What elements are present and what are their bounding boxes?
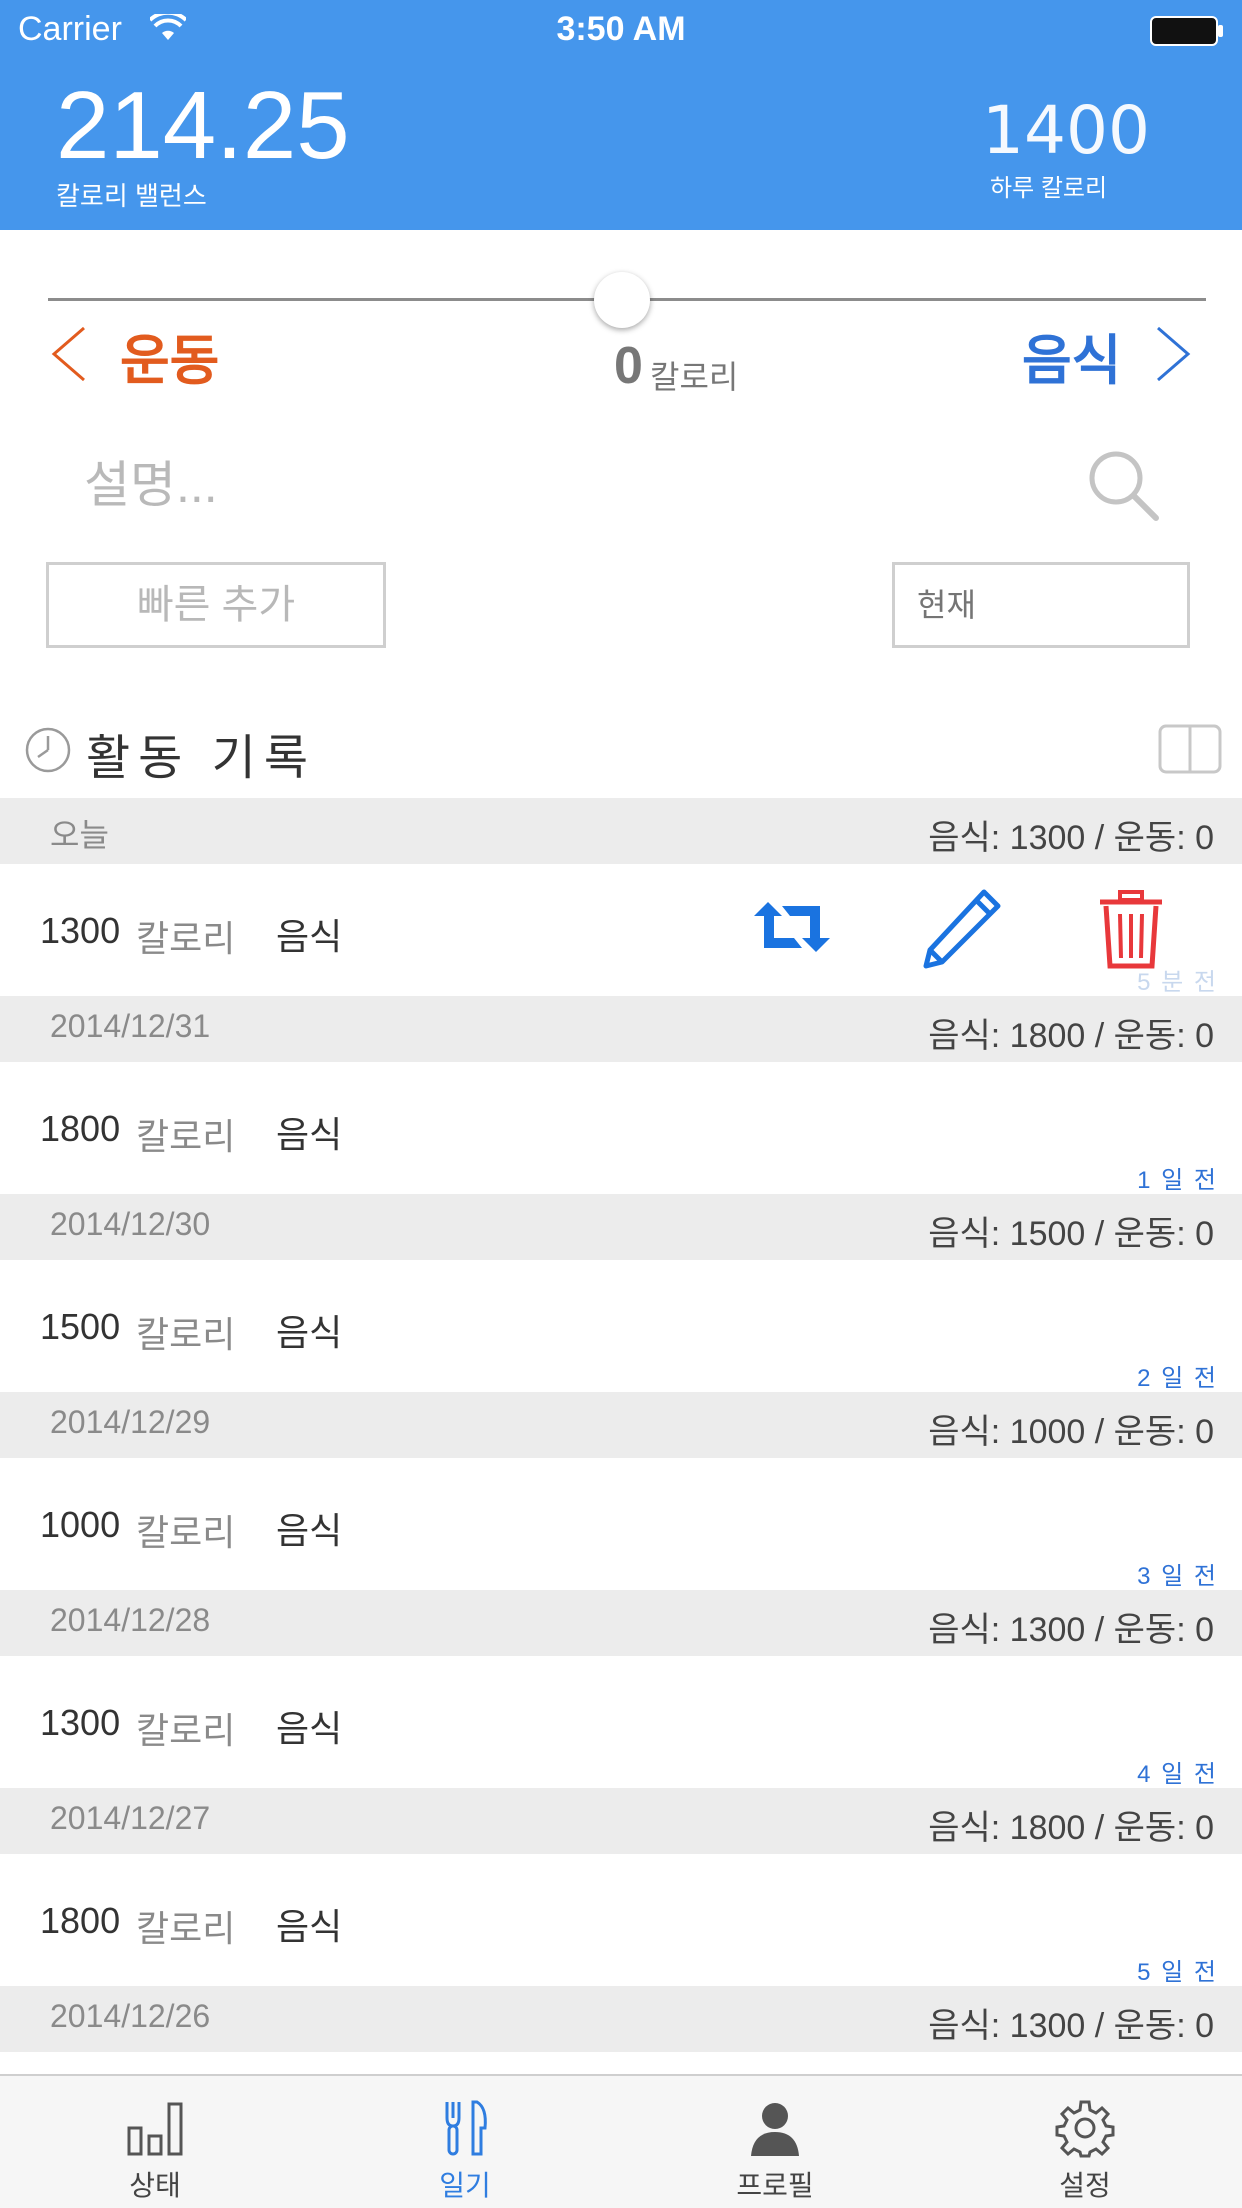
chevron-left-icon[interactable] — [48, 324, 90, 384]
entry-time: 3 일 전 — [1137, 1563, 1218, 1590]
calorie-balance-value: 214.25 — [56, 72, 350, 179]
entry-kind: 음식 — [276, 1906, 343, 1947]
log-entry-row[interactable]: 1800 칼로리 음식 1 일 전 — [0, 1062, 1242, 1194]
entry-unit: 칼로리 — [136, 1512, 236, 1553]
tab-settings[interactable]: 설정 — [930, 2076, 1240, 2208]
gear-icon — [1055, 2100, 1115, 2158]
day-date: 오늘 — [50, 817, 109, 853]
day-date: 2014/12/29 — [50, 1404, 211, 1440]
tab-profile[interactable]: 프로필 — [620, 2076, 930, 2208]
tab-label: 상태 — [129, 2170, 181, 2201]
entry-kind: 음식 — [276, 1312, 343, 1353]
entry-amount: 1300 — [40, 910, 121, 951]
edit-icon[interactable] — [920, 886, 1004, 970]
person-icon — [751, 2103, 799, 2156]
calorie-unit: 칼로리 — [650, 359, 739, 395]
day-header: 2014/12/30 음식: 1500 / 운동: 0 — [0, 1194, 1242, 1260]
entry-time: 1 일 전 — [1137, 1167, 1218, 1194]
tab-diary[interactable]: 일기 — [310, 2076, 620, 2208]
day-header: 2014/12/31 음식: 1800 / 운동: 0 — [0, 996, 1242, 1062]
status-bar: Carrier 3:50 AM — [0, 0, 1242, 60]
daily-calorie-label: 하루 칼로리 — [990, 175, 1108, 202]
status-time: 3:50 AM — [556, 10, 686, 48]
search-icon[interactable] — [1086, 448, 1160, 522]
day-header: 2014/12/26 음식: 1300 / 운동: 0 — [0, 1986, 1242, 2052]
day-date: 2014/12/27 — [50, 1800, 211, 1836]
day-summary: 음식: 1500 / 운동: 0 — [928, 1215, 1214, 1253]
entry-unit: 칼로리 — [136, 1116, 236, 1157]
entry-amount: 1500 — [40, 1306, 121, 1347]
trash-icon[interactable] — [1096, 890, 1166, 970]
log-entry-row[interactable]: 1300 칼로리 음식 5 분 전 — [0, 864, 1242, 996]
entry-unit: 칼로리 — [136, 918, 236, 959]
battery-icon — [1150, 16, 1223, 46]
exercise-toggle[interactable]: 운동 — [120, 316, 219, 395]
log-entry-row[interactable]: 1300 칼로리 음식 4 일 전 — [0, 1656, 1242, 1788]
entry-kind: 음식 — [276, 916, 343, 957]
entry-amount: 1300 — [40, 1702, 121, 1743]
activity-log-title: 활동 기록 — [86, 732, 316, 785]
entry-amount: 1800 — [40, 1108, 121, 1149]
entry-unit: 칼로리 — [136, 1710, 236, 1751]
summary-header: Carrier 3:50 AM 214.25 칼로리 밸런스 1400 하루 칼… — [0, 0, 1242, 230]
log-entry-row[interactable]: 1000 칼로리 음식 3 일 전 — [0, 1458, 1242, 1590]
food-toggle[interactable]: 음식 — [1022, 316, 1121, 395]
entry-kind: 음식 — [276, 1510, 343, 1551]
tab-bar: 상태 일기 프로필 설정 — [0, 2074, 1242, 2208]
chevron-right-icon[interactable] — [1152, 324, 1194, 384]
entry-unit: 칼로리 — [136, 1908, 236, 1949]
day-header: 오늘 음식: 1300 / 운동: 0 — [0, 798, 1242, 864]
day-summary: 음식: 1800 / 운동: 0 — [928, 1017, 1214, 1055]
tab-label: 프로필 — [736, 2170, 814, 2201]
entry-time: 4 일 전 — [1137, 1761, 1218, 1788]
day-summary: 음식: 1300 / 운동: 0 — [928, 819, 1214, 857]
tab-label: 설정 — [1059, 2170, 1111, 2201]
repeat-icon[interactable] — [750, 894, 834, 960]
day-date: 2014/12/31 — [50, 1008, 211, 1044]
tab-label: 일기 — [439, 2170, 491, 2201]
day-header: 2014/12/27 음식: 1800 / 운동: 0 — [0, 1788, 1242, 1854]
day-header: 2014/12/28 음식: 1300 / 운동: 0 — [0, 1590, 1242, 1656]
entry-unit: 칼로리 — [136, 1314, 236, 1355]
entry-time: 5 일 전 — [1137, 1959, 1218, 1986]
day-summary: 음식: 1300 / 운동: 0 — [928, 2007, 1214, 2045]
entry-time: 2 일 전 — [1137, 1365, 1218, 1392]
day-header: 2014/12/29 음식: 1000 / 운동: 0 — [0, 1392, 1242, 1458]
day-summary: 음식: 1000 / 운동: 0 — [928, 1413, 1214, 1451]
log-entry-row[interactable]: 1500 칼로리 음식 2 일 전 — [0, 1260, 1242, 1392]
day-date: 2014/12/26 — [50, 1998, 211, 2034]
day-summary: 음식: 1300 / 운동: 0 — [928, 1611, 1214, 1649]
entry-amount: 1800 — [40, 1900, 121, 1941]
calorie-slider-thumb[interactable] — [594, 272, 650, 328]
quick-add-button[interactable]: 빠른 추가 — [46, 562, 386, 648]
entry-amount: 1000 — [40, 1504, 121, 1545]
entry-kind: 음식 — [276, 1114, 343, 1155]
day-date: 2014/12/30 — [50, 1206, 211, 1242]
entry-kind: 음식 — [276, 1708, 343, 1749]
time-field[interactable] — [892, 562, 1190, 648]
description-input[interactable] — [84, 450, 984, 520]
day-date: 2014/12/28 — [50, 1602, 211, 1638]
daily-calorie-value[interactable]: 1400 — [982, 96, 1150, 166]
clock-icon — [25, 727, 71, 773]
book-icon[interactable] — [1158, 724, 1222, 774]
calorie-balance-label: 칼로리 밸런스 — [56, 181, 207, 211]
log-entry-row[interactable]: 1800 칼로리 음식 5 일 전 — [0, 1854, 1242, 1986]
tab-status[interactable]: 상태 — [0, 2076, 310, 2208]
day-summary: 음식: 1800 / 운동: 0 — [928, 1809, 1214, 1847]
calorie-amount: 0 — [614, 337, 643, 395]
bar-chart-icon — [127, 2102, 183, 2156]
fork-knife-icon — [445, 2100, 487, 2156]
